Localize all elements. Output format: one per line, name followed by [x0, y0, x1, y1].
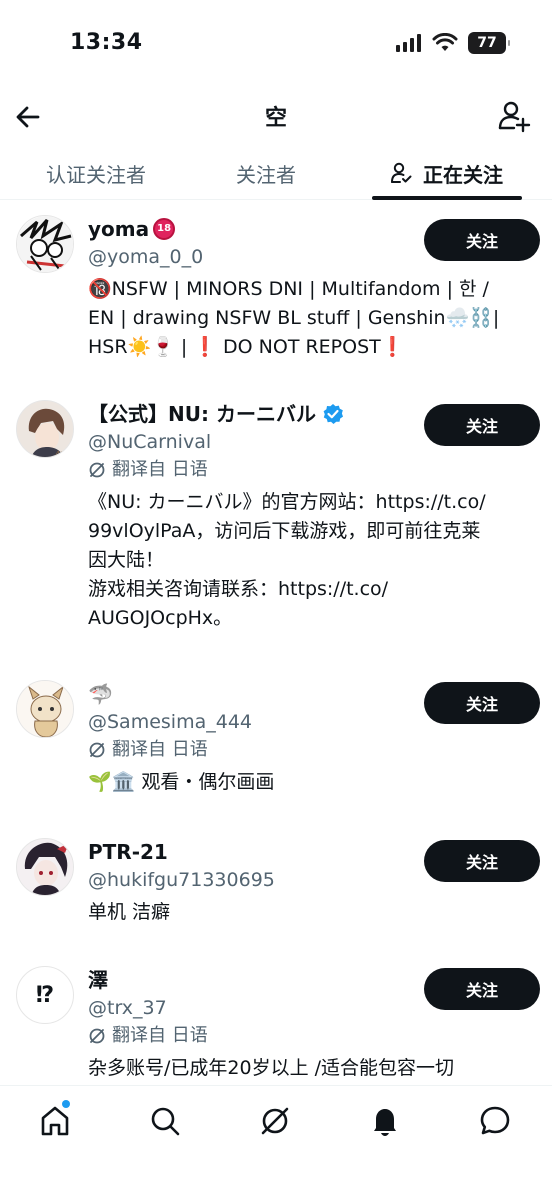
tab-label: 认证关注者	[46, 162, 146, 187]
messages-icon[interactable]	[478, 1104, 512, 1138]
translated-from-label[interactable]: 翻译自 日语	[88, 1022, 540, 1050]
translated-from-label[interactable]: 翻译自 日语	[88, 736, 540, 764]
follow-button[interactable]: 关注	[424, 219, 540, 261]
display-name-text: yoma	[88, 217, 150, 241]
avatar[interactable]: 4th	[16, 400, 74, 458]
page-title: 空	[264, 106, 287, 131]
wifi-icon	[432, 33, 458, 51]
cellular-signal-icon	[396, 34, 421, 52]
user-bio: 杂多账号/已成年20岁以上 /适合能包容一切	[88, 1057, 455, 1079]
status-icons: 77	[396, 32, 510, 54]
translate-icon	[89, 462, 105, 478]
add-user-icon[interactable]	[496, 98, 532, 134]
follow-tabs: 认证关注者 关注者 正在关注	[0, 146, 552, 200]
user-bio: 单机 洁癖	[88, 901, 171, 923]
tab-label: 关注者	[236, 162, 296, 187]
svg-text:4th: 4th	[55, 450, 68, 458]
translated-from-text: 翻译自 日语	[112, 1025, 208, 1046]
avatar-glyph: ⁉	[35, 982, 55, 1008]
tab-following[interactable]: 正在关注	[340, 146, 552, 200]
display-name-text: 🦈	[88, 682, 113, 706]
top-app-bar: 空	[0, 90, 552, 146]
tab-verified-followers[interactable]: 认证关注者	[0, 146, 192, 200]
search-icon[interactable]	[148, 1104, 182, 1138]
display-name-text: 【公式】NU: カーニバル	[88, 402, 316, 426]
translated-from-text: 翻译自 日语	[112, 739, 208, 760]
follow-button[interactable]: 关注	[424, 404, 540, 446]
translated-from-text: 翻译自 日语	[112, 459, 208, 480]
display-name-text: PTR-21	[88, 840, 168, 864]
active-tab-indicator	[372, 196, 522, 200]
battery-indicator: 77	[468, 32, 510, 54]
user-bio: 🔞NSFW | MINORS DNI | Multifandom | 한 / E…	[88, 278, 500, 358]
adult-content-badge: 18	[153, 218, 176, 240]
avatar[interactable]: ⁉	[16, 966, 74, 1024]
translate-icon	[89, 1028, 105, 1044]
bell-icon[interactable]	[368, 1104, 402, 1138]
home-icon[interactable]	[38, 1104, 72, 1138]
user-bio: 《NU: カーニバル》的官方网站：https://t.co/ 99vlOylPa…	[88, 491, 486, 629]
status-bar: 13:34 77	[0, 0, 552, 90]
home-notification-dot	[62, 1100, 70, 1108]
tab-followers[interactable]: 关注者	[192, 146, 340, 200]
grok-icon[interactable]	[258, 1104, 292, 1138]
bottom-navigation	[0, 1085, 552, 1200]
follow-button[interactable]: 关注	[424, 682, 540, 724]
user-bio: 🌱🏛️ 观看・偶尔画画	[88, 771, 275, 793]
display-name-text: 澤	[88, 968, 108, 992]
translated-from-label[interactable]: 翻译自 日语	[88, 456, 540, 484]
translate-icon	[89, 742, 105, 758]
following-person-icon	[391, 162, 412, 183]
verified-badge-icon	[323, 404, 343, 424]
avatar[interactable]	[16, 838, 74, 896]
follow-button[interactable]: 关注	[424, 968, 540, 1010]
tab-label: 正在关注	[423, 162, 503, 187]
follow-button[interactable]: 关注	[424, 840, 540, 882]
avatar[interactable]	[16, 215, 74, 273]
status-time: 13:34	[70, 30, 143, 55]
avatar[interactable]	[16, 680, 74, 738]
